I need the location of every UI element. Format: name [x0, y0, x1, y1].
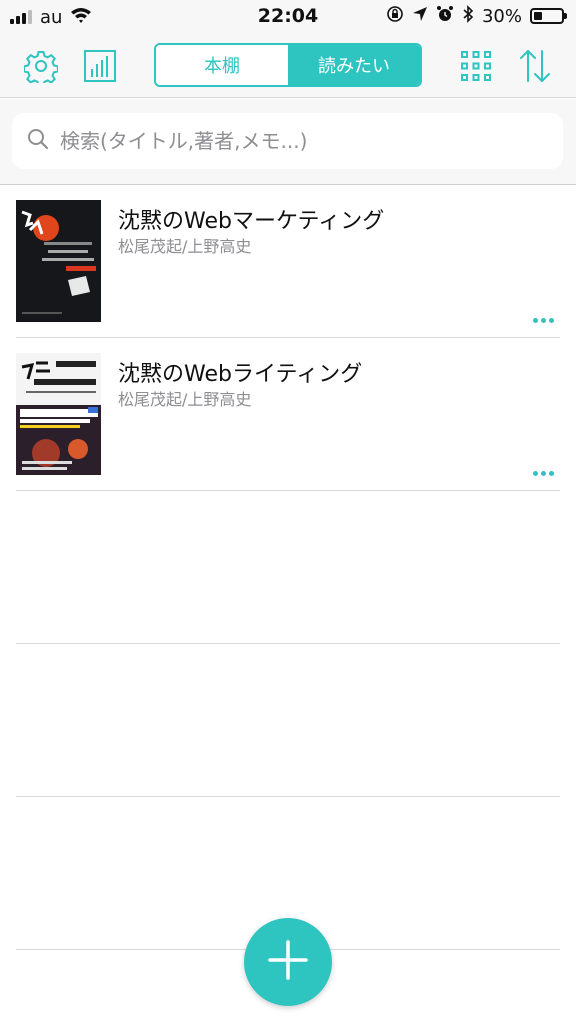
list-item[interactable]: 沈黙のWebマーケティング 松尾茂起/上野高史: [16, 185, 560, 338]
location-icon: [412, 6, 428, 26]
battery-icon: [530, 8, 567, 24]
search-icon: [26, 127, 50, 155]
book-author: 松尾茂起/上野高史: [118, 390, 252, 409]
more-options-icon[interactable]: [529, 314, 558, 327]
grid-icon[interactable]: [456, 46, 496, 86]
book-cover: [16, 200, 101, 322]
orientation-lock-icon: [386, 5, 404, 27]
bluetooth-icon: [462, 5, 474, 27]
list-item[interactable]: 沈黙のWebライティング 松尾茂起/上野高史: [16, 338, 560, 491]
tab-want-to-read[interactable]: 読みたい: [288, 45, 420, 85]
search-input[interactable]: [60, 129, 540, 153]
tab-bookshelf[interactable]: 本棚: [156, 45, 288, 85]
book-title: 沈黙のWebライティング: [118, 362, 363, 387]
more-options-icon[interactable]: [529, 467, 558, 480]
toolbar: 本棚 読みたい: [0, 34, 576, 98]
empty-row: [16, 644, 560, 797]
book-author: 松尾茂起/上野高史: [118, 237, 252, 256]
sort-arrows-icon[interactable]: [515, 46, 555, 86]
alarm-icon: [436, 5, 454, 27]
book-title: 沈黙のWebマーケティング: [118, 209, 385, 234]
search-box[interactable]: [12, 113, 563, 169]
empty-row: [16, 491, 560, 644]
battery-percent: 30%: [481, 5, 522, 27]
plus-icon: [266, 938, 310, 986]
bar-chart-icon[interactable]: [80, 46, 120, 86]
gear-icon[interactable]: [21, 46, 61, 86]
shelf-segmented-control: 本棚 読みたい: [154, 43, 422, 87]
book-cover: [16, 353, 101, 475]
status-bar: au 22:04 30%: [0, 0, 576, 34]
battery-level: [534, 12, 542, 20]
search-area: [0, 99, 576, 185]
status-right: 30%: [386, 5, 567, 27]
add-book-button[interactable]: [244, 918, 332, 1006]
book-list: 沈黙のWebマーケティング 松尾茂起/上野高史 沈黙のWebライティング 松尾茂…: [0, 185, 576, 950]
